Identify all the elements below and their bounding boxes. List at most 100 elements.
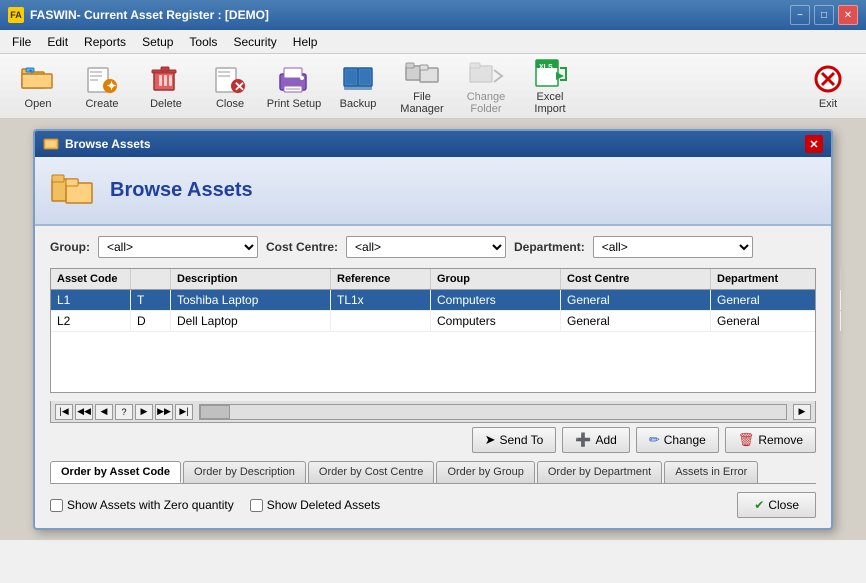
- tab-asset-code[interactable]: Order by Asset Code: [50, 461, 181, 483]
- department-filter-select[interactable]: <all>: [593, 236, 753, 258]
- page-last-button[interactable]: ▶|: [175, 404, 193, 420]
- cell-group: Computers: [431, 290, 561, 310]
- cell-department: General: [711, 311, 841, 331]
- page-first-button[interactable]: |◀: [55, 404, 73, 420]
- svg-text:XLS: XLS: [539, 64, 553, 71]
- delete-button[interactable]: Delete: [136, 58, 196, 114]
- change-folder-button[interactable]: Change Folder: [456, 58, 516, 114]
- department-filter-label: Department:: [514, 240, 585, 254]
- page-help-button[interactable]: ?: [115, 404, 133, 420]
- open-icon: +: [20, 63, 56, 95]
- col-department: Department: [711, 269, 841, 289]
- toolbar: + Open ✦ Create: [0, 54, 866, 119]
- cell-group: Computers: [431, 311, 561, 331]
- open-button[interactable]: + Open: [8, 58, 68, 114]
- cell-asset-code: L1: [51, 290, 131, 310]
- deleted-checkbox[interactable]: [250, 499, 263, 512]
- cost-centre-filter-label: Cost Centre:: [266, 240, 338, 254]
- tab-group[interactable]: Order by Group: [436, 461, 534, 483]
- scroll-right-button[interactable]: ▶: [793, 404, 811, 420]
- app-close-button[interactable]: ✕: [838, 5, 858, 25]
- menu-file[interactable]: File: [4, 33, 39, 51]
- excel-import-button[interactable]: XLS Excel Import: [520, 58, 580, 114]
- group-filter-select[interactable]: <all>: [98, 236, 258, 258]
- menu-reports[interactable]: Reports: [76, 33, 134, 51]
- dialog-title: Browse Assets: [65, 137, 151, 151]
- backup-icon: [340, 63, 376, 95]
- app-title: FASWIN- Current Asset Register : [DEMO]: [30, 8, 269, 22]
- page-prev-button[interactable]: ◀: [95, 404, 113, 420]
- menu-help[interactable]: Help: [285, 33, 326, 51]
- open-label: Open: [25, 98, 52, 110]
- dialog-header-title: Browse Assets: [110, 179, 253, 202]
- change-folder-label: Change Folder: [457, 91, 515, 115]
- main-area: Browse Assets ✕ Browse Assets Group:: [0, 119, 866, 540]
- svg-text:✦: ✦: [107, 79, 117, 93]
- browse-assets-dialog: Browse Assets ✕ Browse Assets Group:: [33, 129, 833, 530]
- tab-department[interactable]: Order by Department: [537, 461, 662, 483]
- cell-cost-centre: General: [561, 311, 711, 331]
- delete-label: Delete: [150, 98, 182, 110]
- add-button[interactable]: ➕ Add: [562, 427, 630, 453]
- print-setup-icon: [276, 63, 312, 95]
- tab-cost-centre[interactable]: Order by Cost Centre: [308, 461, 435, 483]
- menu-tools[interactable]: Tools: [181, 33, 225, 51]
- backup-button[interactable]: Backup: [328, 58, 388, 114]
- tab-description[interactable]: Order by Description: [183, 461, 306, 483]
- add-label: Add: [595, 433, 616, 447]
- send-to-button[interactable]: ➤ Send To: [472, 427, 557, 453]
- deleted-checkbox-label[interactable]: Show Deleted Assets: [250, 498, 380, 512]
- change-icon: ✏: [649, 432, 660, 448]
- cell-asset-code: L2: [51, 311, 131, 331]
- cell-department: General: [711, 290, 841, 310]
- horizontal-scrollbar[interactable]: [199, 404, 787, 420]
- send-to-label: Send To: [499, 433, 543, 447]
- menu-bar: File Edit Reports Setup Tools Security H…: [0, 30, 866, 54]
- dialog-body: Group: <all> Cost Centre: <all> Departme…: [35, 226, 831, 528]
- bottom-row: Show Assets with Zero quantity Show Dele…: [50, 492, 816, 518]
- print-setup-label: Print Setup: [267, 98, 321, 110]
- pagination-bar: |◀ ◀◀ ◀ ? ▶ ▶▶ ▶| ▶: [50, 401, 816, 423]
- filter-row: Group: <all> Cost Centre: <all> Departme…: [50, 236, 816, 258]
- page-prev-fast-button[interactable]: ◀◀: [75, 404, 93, 420]
- menu-setup[interactable]: Setup: [134, 33, 181, 51]
- close-toolbar-button[interactable]: ✕ Close: [200, 58, 260, 114]
- menu-edit[interactable]: Edit: [39, 33, 76, 51]
- excel-import-icon: XLS: [532, 58, 568, 88]
- table-row[interactable]: L2 D Dell Laptop Computers General Gener…: [51, 311, 815, 332]
- menu-security[interactable]: Security: [225, 33, 284, 51]
- table-row[interactable]: L1 T Toshiba Laptop TL1x Computers Gener…: [51, 290, 815, 311]
- remove-icon: 🗑: [738, 432, 755, 448]
- cell-ref-short: T: [131, 290, 171, 310]
- zero-qty-checkbox-label[interactable]: Show Assets with Zero quantity: [50, 498, 234, 512]
- exit-button[interactable]: Exit: [798, 58, 858, 114]
- create-button[interactable]: ✦ Create: [72, 58, 132, 114]
- title-bar: FA FASWIN- Current Asset Register : [DEM…: [0, 0, 866, 30]
- action-buttons-row: ➤ Send To ➕ Add ✏ Change 🗑 Remove: [50, 423, 816, 453]
- col-asset-code: Asset Code: [51, 269, 131, 289]
- create-label: Create: [85, 98, 118, 110]
- exit-icon: [810, 63, 846, 95]
- close-toolbar-icon: ✕: [212, 63, 248, 95]
- page-next-fast-button[interactable]: ▶▶: [155, 404, 173, 420]
- change-button[interactable]: ✏ Change: [636, 427, 719, 453]
- tab-assets-in-error[interactable]: Assets in Error: [664, 461, 758, 483]
- print-setup-button[interactable]: Print Setup: [264, 58, 324, 114]
- minimize-button[interactable]: −: [790, 5, 810, 25]
- maximize-button[interactable]: □: [814, 5, 834, 25]
- dialog-close-button[interactable]: ✕: [805, 135, 823, 153]
- col-ref-short: [131, 269, 171, 289]
- col-group: Group: [431, 269, 561, 289]
- assets-table: Asset Code Description Reference Group C…: [50, 268, 816, 393]
- dialog-close-bottom-button[interactable]: ✔ Close: [737, 492, 816, 518]
- file-manager-button[interactable]: File Manager: [392, 58, 452, 114]
- page-next-button[interactable]: ▶: [135, 404, 153, 420]
- dialog-title-bar: Browse Assets ✕: [35, 131, 831, 157]
- remove-button[interactable]: 🗑 Remove: [725, 427, 816, 453]
- order-tabs: Order by Asset Code Order by Description…: [50, 461, 816, 484]
- cost-centre-filter-select[interactable]: <all>: [346, 236, 506, 258]
- zero-qty-checkbox[interactable]: [50, 499, 63, 512]
- cell-reference: TL1x: [331, 290, 431, 310]
- close-checkmark-icon: ✔: [754, 498, 764, 512]
- send-to-icon: ➤: [485, 432, 496, 448]
